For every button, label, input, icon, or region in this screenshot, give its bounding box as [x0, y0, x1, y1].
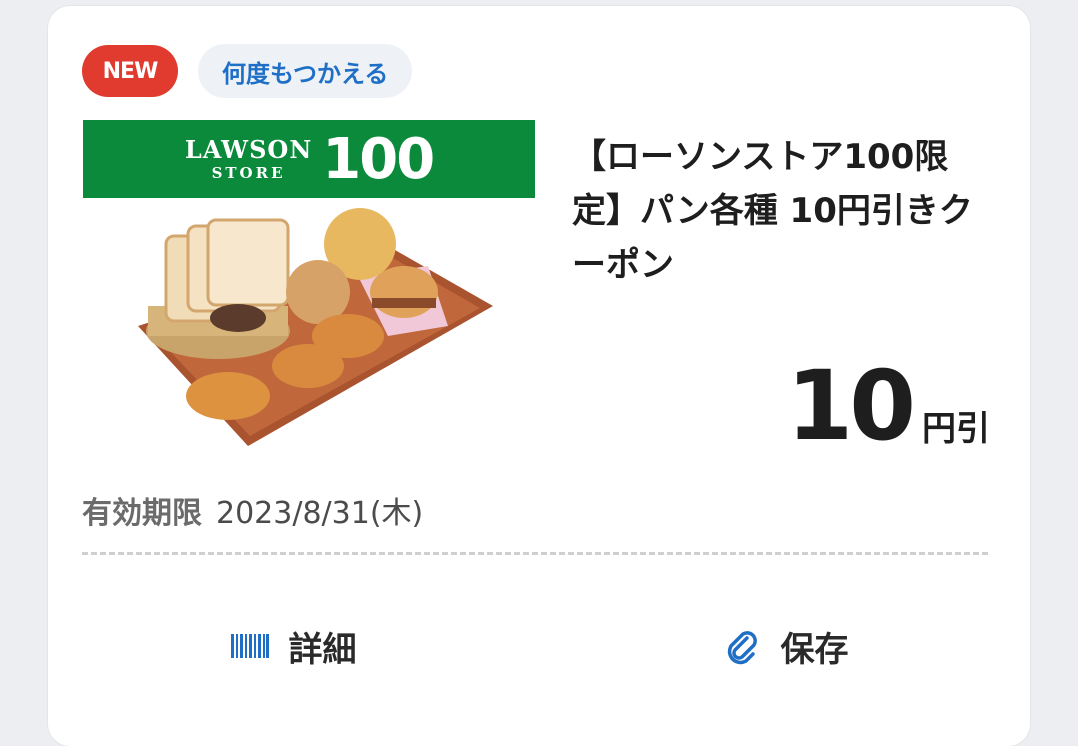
paperclip-icon	[721, 626, 761, 666]
discount-unit: 円引	[922, 409, 990, 449]
store-logo-text: LAWSON STORE	[184, 134, 313, 182]
discount-value: 10	[786, 350, 916, 462]
new-badge: NEW	[82, 45, 178, 97]
store-logo-banner: LAWSON STORE 100	[83, 120, 535, 198]
badge-row: NEW 何度もつかえる	[82, 44, 413, 98]
bread-tray-image	[138, 208, 493, 446]
expiry-date: 2023/8/31(木)	[216, 496, 424, 531]
expiry-label: 有効期限	[82, 496, 202, 531]
action-bar: 詳細 保存	[48, 606, 1030, 686]
details-button[interactable]: 詳細	[48, 606, 539, 686]
store-logo-line2: STORE	[211, 163, 286, 182]
discount-amount: 10 円引	[786, 358, 990, 454]
coupon-title: 【ローソンストア100限定】パン各種 10円引きクーポン	[572, 137, 973, 285]
save-label: 保存	[780, 629, 849, 670]
dashed-divider	[82, 552, 988, 555]
store-logo-number: 100	[322, 126, 435, 192]
save-button[interactable]: 保存	[539, 606, 1030, 686]
store-logo-line1: LAWSON	[184, 134, 313, 164]
coupon-card[interactable]: NEW 何度もつかえる LAWSON STORE 100 【ローソンストア100…	[48, 6, 1030, 746]
barcode-icon	[230, 634, 269, 658]
details-label: 詳細	[288, 629, 357, 670]
expiry-info: 有効期限 2023/8/31(木)	[82, 488, 423, 532]
reusable-badge: 何度もつかえる	[198, 44, 413, 98]
